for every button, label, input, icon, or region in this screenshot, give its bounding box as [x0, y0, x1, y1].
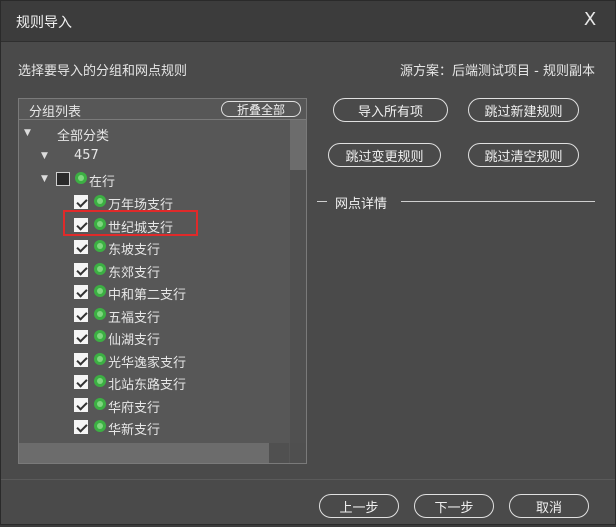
horizontal-scroll-thumb[interactable] — [19, 443, 269, 463]
tree-node-label: 中和第二支行 — [108, 288, 187, 303]
skip-new-rules-button[interactable]: 跳过新建规则 — [468, 98, 579, 122]
tree-body: ▼ 全部分类 ▼ 457 ▼ 在行 万年场支行 世纪城支行 东坡支行 东郊支行 中和第二… — [19, 120, 289, 443]
vertical-scroll-thumb[interactable] — [290, 120, 306, 170]
horizontal-scrollbar[interactable] — [19, 443, 289, 463]
checkbox[interactable] — [56, 172, 70, 186]
tree-node-label: 五福支行 — [108, 310, 161, 326]
caret-down-icon[interactable]: ▼ — [41, 174, 51, 184]
tree-header-label: 分组列表 — [29, 105, 82, 120]
tree-node-label: 华府支行 — [108, 400, 161, 416]
node-status-icon — [94, 195, 106, 207]
tree-node-branch[interactable]: 光华逸家支行 — [19, 349, 289, 371]
tree-node-branch[interactable]: 仙湖支行 — [19, 326, 289, 348]
tree-node-parent[interactable]: ▼ 在行 — [19, 168, 289, 190]
checkbox[interactable] — [74, 420, 88, 434]
tree-node-label: 华新支行 — [108, 423, 161, 438]
node-status-icon — [94, 397, 106, 410]
caret-down-icon[interactable]: ▼ — [41, 151, 51, 161]
instruction-text: 选择要导入的分组和网点规则 — [18, 64, 188, 79]
caret-down-icon[interactable]: ▼ — [24, 128, 34, 138]
divider — [401, 201, 595, 202]
tree-node-branch[interactable]: 中和第二支行 — [19, 281, 289, 303]
checkbox[interactable] — [74, 240, 88, 254]
previous-step-button[interactable]: 上一步 — [319, 494, 399, 518]
checkbox[interactable] — [74, 352, 88, 367]
checkbox[interactable] — [74, 195, 88, 209]
checkbox[interactable] — [74, 397, 88, 412]
node-status-icon — [94, 262, 106, 275]
group-tree-panel: 分组列表 折叠全部 ▼ 全部分类 ▼ 457 ▼ 在行 万年场支行 世纪城支行 东坡… — [18, 98, 307, 464]
checkbox[interactable] — [74, 375, 88, 389]
tree-node-label: 北站东路支行 — [108, 378, 187, 393]
checkbox[interactable] — [74, 262, 88, 277]
tree-node-branch[interactable]: 东坡支行 — [19, 236, 289, 258]
tree-node-branch[interactable]: 华府支行 — [19, 394, 289, 416]
node-status-icon — [94, 285, 106, 297]
scroll-corner — [290, 443, 306, 463]
tree-node-branch[interactable]: 东郊支行 — [19, 259, 289, 281]
checkbox[interactable] — [74, 307, 88, 322]
tree-node-label: 全部分类 — [57, 129, 110, 144]
divider — [317, 201, 327, 202]
skip-changed-rules-button[interactable]: 跳过变更规则 — [328, 143, 441, 167]
tree-node-label: 东郊支行 — [108, 265, 161, 281]
tree-node-branch[interactable]: 北站东路支行 — [19, 371, 289, 393]
node-status-icon — [75, 172, 87, 184]
node-status-icon — [94, 307, 106, 320]
tree-node-label: 仙湖支行 — [108, 333, 161, 348]
tree-header: 分组列表 折叠全部 — [19, 99, 306, 120]
source-plan-text: 源方案：后端测试项目 - 规则副本 — [400, 64, 595, 79]
dialog-footer: 上一步 下一步 取消 — [1, 479, 615, 527]
tree-node-label: 光华逸家支行 — [108, 355, 187, 371]
cancel-button[interactable]: 取消 — [509, 494, 589, 518]
tree-node-branch[interactable]: 五福支行 — [19, 304, 289, 326]
branch-detail-section: 网点详情 — [317, 194, 595, 212]
checkbox[interactable] — [74, 285, 88, 299]
tree-node-group[interactable]: ▼ 457 — [19, 145, 289, 167]
node-status-icon — [94, 375, 106, 387]
tree-node-branch[interactable]: 华新支行 — [19, 416, 289, 438]
checkbox[interactable] — [74, 330, 88, 344]
dialog-title: 规则导入 — [16, 15, 72, 31]
tree-node-label: 在行 — [89, 175, 116, 190]
collapse-all-button[interactable]: 折叠全部 — [221, 101, 301, 117]
next-step-button[interactable]: 下一步 — [414, 494, 494, 518]
node-status-icon — [94, 240, 106, 252]
tree-node-label: 457 — [74, 148, 99, 163]
import-all-button[interactable]: 导入所有项 — [333, 98, 448, 122]
branch-detail-label: 网点详情 — [335, 197, 388, 212]
node-status-icon — [94, 420, 106, 432]
vertical-scrollbar[interactable] — [290, 120, 306, 443]
close-icon[interactable]: X — [579, 9, 601, 31]
rule-import-dialog: 规则导入 X 选择要导入的分组和网点规则 源方案：后端测试项目 - 规则副本 分… — [0, 0, 616, 525]
node-status-icon — [94, 330, 106, 342]
title-bar: 规则导入 X — [1, 1, 615, 42]
tree-node-label: 东坡支行 — [108, 243, 161, 258]
node-status-icon — [94, 352, 106, 365]
tree-node-root[interactable]: ▼ 全部分类 — [19, 122, 289, 144]
selection-highlight — [63, 210, 198, 236]
skip-clear-rules-button[interactable]: 跳过清空规则 — [468, 143, 579, 167]
